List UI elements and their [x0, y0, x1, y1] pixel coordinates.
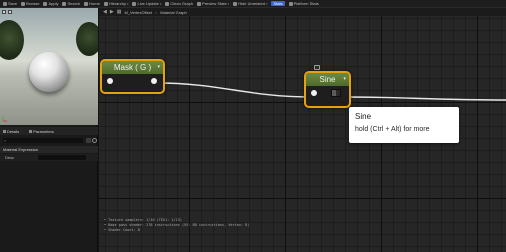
home-button[interactable]: Home	[84, 1, 100, 6]
tab-parameters[interactable]: Parameters	[29, 129, 54, 134]
folder-icon	[21, 1, 26, 6]
tooltip-hint: hold (Ctrl + Alt) for more	[355, 126, 430, 133]
chevron-down-icon: ▾	[227, 1, 230, 6]
stats-log: • Texture samplers: 1/16 (TEX1: 1/13) • …	[104, 218, 249, 233]
node-mask[interactable]: Mask ( G ) ▾	[100, 59, 165, 94]
plot-icon[interactable]	[314, 65, 320, 70]
platform-stats-button[interactable]: Platform Stats	[288, 1, 319, 6]
node-preview-thumbnail	[331, 89, 341, 97]
material-editor-window: Save Browse Apply Search Home Hierarchy ▾…	[0, 0, 506, 252]
viewport-menu-icon[interactable]	[2, 10, 6, 14]
left-panel: Details Parameters ⌕ Material Expression…	[0, 8, 98, 252]
details-tab-bar: Details Parameters	[0, 127, 98, 135]
background-trees	[0, 20, 24, 60]
search-icon: ⌕	[4, 138, 7, 143]
view-options-icon[interactable]	[86, 138, 91, 143]
broom-icon	[165, 1, 170, 6]
clean-graph-button[interactable]: Clean Graph	[165, 1, 193, 6]
browse-button[interactable]: Browse	[21, 1, 39, 6]
wire-sine-out	[344, 96, 506, 101]
preview-sphere	[29, 52, 69, 92]
desc-field[interactable]	[38, 155, 86, 160]
preview-state-button[interactable]: Preview State ▾	[197, 1, 229, 6]
save-button[interactable]: Save	[3, 1, 17, 6]
perspective-icon[interactable]	[8, 10, 12, 14]
chevron-down-icon[interactable]: ▾	[343, 76, 346, 82]
input-pin[interactable]	[107, 78, 113, 84]
hierarchy-button[interactable]: Hierarchy ▾	[103, 1, 129, 6]
details-icon	[3, 129, 6, 133]
node-tooltip: Sine hold (Ctrl + Alt) for more	[349, 107, 459, 143]
chevron-down-icon: ▾	[126, 1, 129, 6]
log-line: • Shader Count: 8	[104, 228, 140, 232]
property-row-desc: Desc	[0, 154, 98, 161]
apply-button[interactable]: Apply	[43, 1, 58, 6]
check-icon	[43, 1, 48, 6]
wire-mask-to-sine	[156, 82, 312, 98]
node-header[interactable]: Mask ( G ) ▾	[102, 61, 163, 74]
eye-icon	[233, 1, 238, 6]
axis-gizmo-icon	[2, 117, 7, 122]
preview-icon	[197, 1, 202, 6]
tooltip-title: Sine	[355, 112, 372, 121]
save-icon	[3, 1, 7, 6]
hierarchy-icon	[103, 1, 108, 6]
stats-button[interactable]: Stats	[271, 1, 285, 6]
home-icon	[84, 1, 89, 6]
material-graph-canvas[interactable]: ◀ ▶ ▦ M_VertexOffset > Material Graph Ma…	[99, 8, 506, 252]
gear-icon[interactable]	[92, 138, 97, 143]
section-material-expression[interactable]: Material Expression	[0, 146, 98, 153]
chevron-down-icon: ▾	[265, 1, 268, 6]
refresh-icon	[132, 1, 137, 6]
background-trees	[76, 22, 98, 56]
chevron-down-icon[interactable]: ▾	[157, 64, 160, 70]
parameters-icon	[29, 129, 33, 133]
node-sine[interactable]: Sine ▾	[304, 71, 351, 108]
chart-icon	[288, 1, 293, 6]
input-pin[interactable]	[311, 90, 317, 96]
main-toolbar: Save Browse Apply Search Home Hierarchy ▾…	[0, 0, 506, 8]
chevron-down-icon: ▾	[159, 1, 162, 6]
hide-unrelated-button[interactable]: Hide Unrelated ▾	[233, 1, 267, 6]
tab-details[interactable]: Details	[3, 129, 19, 134]
preview-viewport[interactable]	[0, 8, 98, 125]
viewport-toolbar	[2, 10, 12, 14]
node-header[interactable]: Sine ▾	[306, 73, 349, 86]
search-button[interactable]: Search	[62, 1, 80, 6]
search-icon	[62, 1, 67, 6]
output-pin[interactable]	[151, 78, 157, 84]
details-search-input[interactable]: ⌕	[3, 138, 83, 143]
live-update-button[interactable]: Live Update ▾	[132, 1, 161, 6]
